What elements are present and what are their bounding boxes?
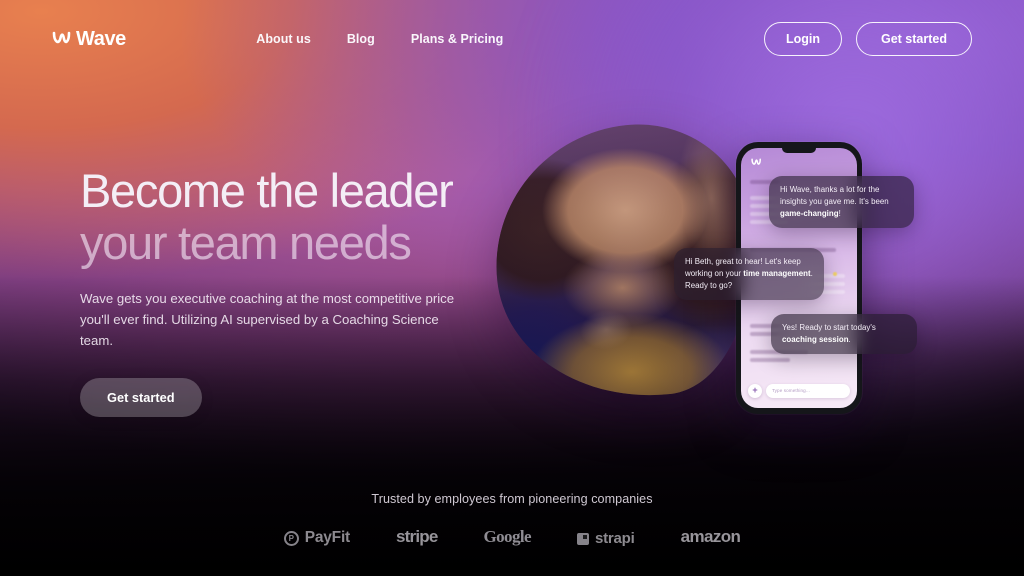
brand-logo-label: PayFit <box>304 529 351 546</box>
phone-app-logo <box>751 157 764 168</box>
brand-name: Wave <box>76 27 126 50</box>
page-title: Become the leader your team needs <box>80 166 550 268</box>
headline-line-2: your team needs <box>80 215 412 269</box>
chat-bubble-outgoing-1: Hi Beth, great to hear! Let's keep worki… <box>674 248 824 301</box>
chat-input-bar: + Type something... <box>748 382 850 399</box>
add-attachment-button[interactable]: + <box>748 383 762 398</box>
brand-logo-strapi: strapi <box>576 530 635 547</box>
site-header: Wave About us Blog Plans & Pricing Login… <box>0 0 1024 78</box>
get-started-button-hero[interactable]: Get started <box>80 377 202 417</box>
trusted-by-label: Trusted by employees from pioneering com… <box>371 492 653 506</box>
phone-notch <box>782 148 816 153</box>
main-navigation: About us Blog Plans & Pricing <box>256 32 503 46</box>
wave-logo-icon <box>751 158 761 165</box>
emphasis: coaching session <box>782 335 849 345</box>
get-started-button-header[interactable]: Get started <box>856 22 972 56</box>
emphasis: time management <box>743 269 811 279</box>
chat-bubble-incoming-1: Hi Wave, thanks a lot for the insights y… <box>769 176 914 229</box>
brand-logo-label: amazon <box>680 527 741 546</box>
chat-input-placeholder: Type something... <box>772 388 810 393</box>
chat-input-field[interactable]: Type something... <box>766 383 850 398</box>
accent-dot <box>833 272 837 276</box>
brand-logo-google: Google <box>483 527 532 547</box>
brand-logo-label: stripe <box>396 527 438 546</box>
wave-logo-icon <box>52 29 76 49</box>
chat-bubble-incoming-2: Yes! Ready to start today's coaching ses… <box>771 314 917 355</box>
brand-logo-stripe: stripe <box>396 527 438 547</box>
brand-logo-amazon: amazon <box>681 527 741 547</box>
trusted-by-section: Trusted by employees from pioneering com… <box>0 492 1024 576</box>
nav-item-about-us[interactable]: About us <box>256 32 311 46</box>
ghost-line <box>750 358 790 362</box>
login-button[interactable]: Login <box>763 22 842 56</box>
emphasis: game-changing <box>780 209 839 219</box>
nav-item-blog[interactable]: Blog <box>347 32 375 46</box>
brand-logo-payfit: P PayFit <box>283 529 351 547</box>
brand-logo-row: P PayFit stripe Google strapi amazon <box>0 527 1024 547</box>
strapi-mark-icon <box>576 532 589 545</box>
brand-logo-label: Google <box>483 527 532 546</box>
nav-item-plans-pricing[interactable]: Plans & Pricing <box>411 32 503 46</box>
hero-subtitle: Wave gets you executive coaching at the … <box>80 290 455 349</box>
payfit-mark-icon: P <box>283 530 299 546</box>
brand-logo-label: strapi <box>594 530 635 547</box>
header-actions: Login Get started <box>763 22 972 56</box>
brand-logo[interactable]: Wave <box>52 28 126 51</box>
landing-page: Wave About us Blog Plans & Pricing Login… <box>0 0 1024 576</box>
headline-line-1: Become the leader <box>80 164 454 217</box>
hero-copy: Become the leader your team needs Wave g… <box>80 166 550 417</box>
